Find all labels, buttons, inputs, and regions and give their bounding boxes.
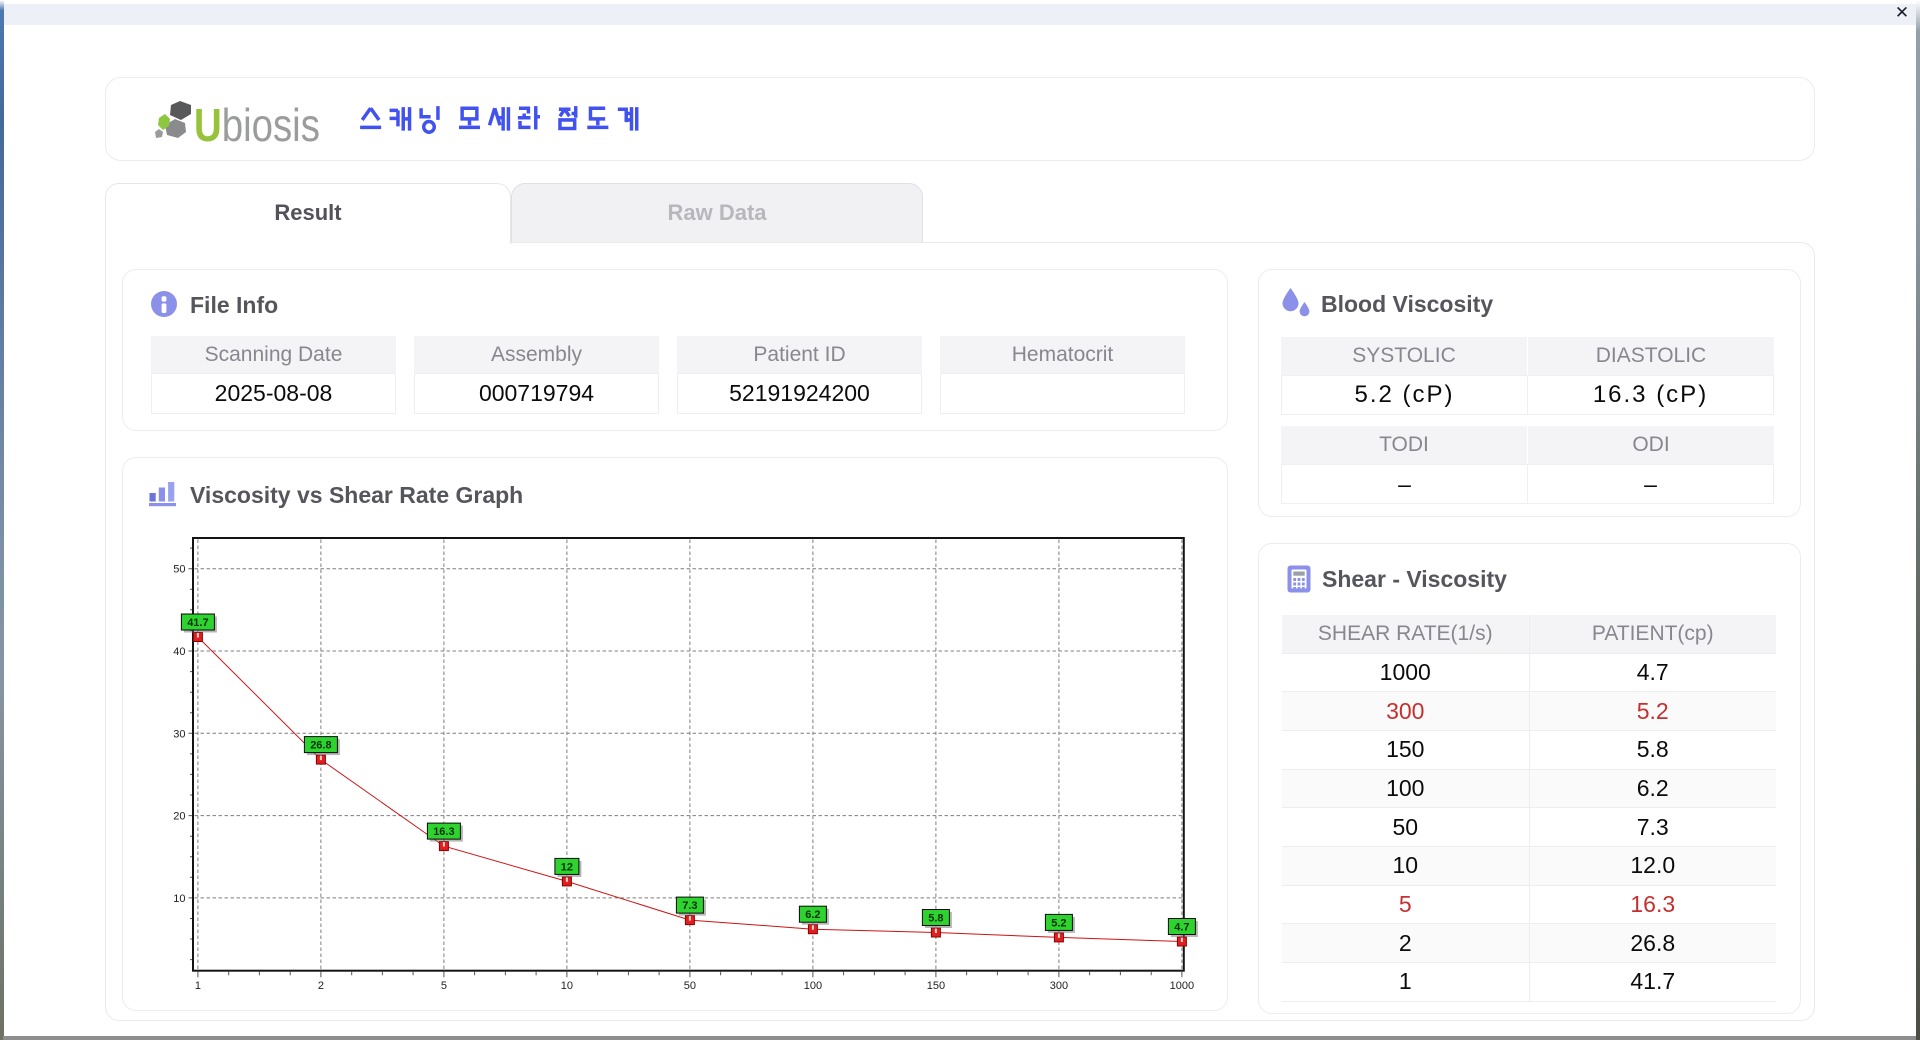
svg-text:5: 5	[441, 980, 447, 992]
svg-text:10: 10	[173, 893, 185, 905]
svg-text:6.2: 6.2	[805, 909, 820, 921]
svg-text:150: 150	[927, 980, 945, 992]
svg-text:50: 50	[173, 564, 185, 576]
svg-text:16.3: 16.3	[433, 826, 454, 838]
svg-text:26.8: 26.8	[310, 740, 331, 752]
svg-text:1: 1	[195, 980, 201, 992]
svg-text:1000: 1000	[1170, 980, 1194, 992]
svg-text:4.7: 4.7	[1174, 922, 1189, 934]
svg-text:100: 100	[804, 980, 822, 992]
svg-text:Ubiosis: Ubiosis	[194, 100, 320, 150]
svg-text:5.8: 5.8	[928, 913, 943, 925]
svg-text:2: 2	[318, 980, 324, 992]
svg-text:41.7: 41.7	[187, 617, 208, 629]
svg-text:20: 20	[173, 811, 185, 823]
svg-text:40: 40	[173, 646, 185, 658]
svg-text:50: 50	[684, 980, 696, 992]
svg-text:5.2: 5.2	[1051, 917, 1066, 929]
svg-text:30: 30	[173, 728, 185, 740]
svg-text:12: 12	[561, 861, 573, 873]
svg-text:10: 10	[561, 980, 573, 992]
svg-text:7.3: 7.3	[682, 900, 697, 912]
svg-text:300: 300	[1050, 980, 1068, 992]
